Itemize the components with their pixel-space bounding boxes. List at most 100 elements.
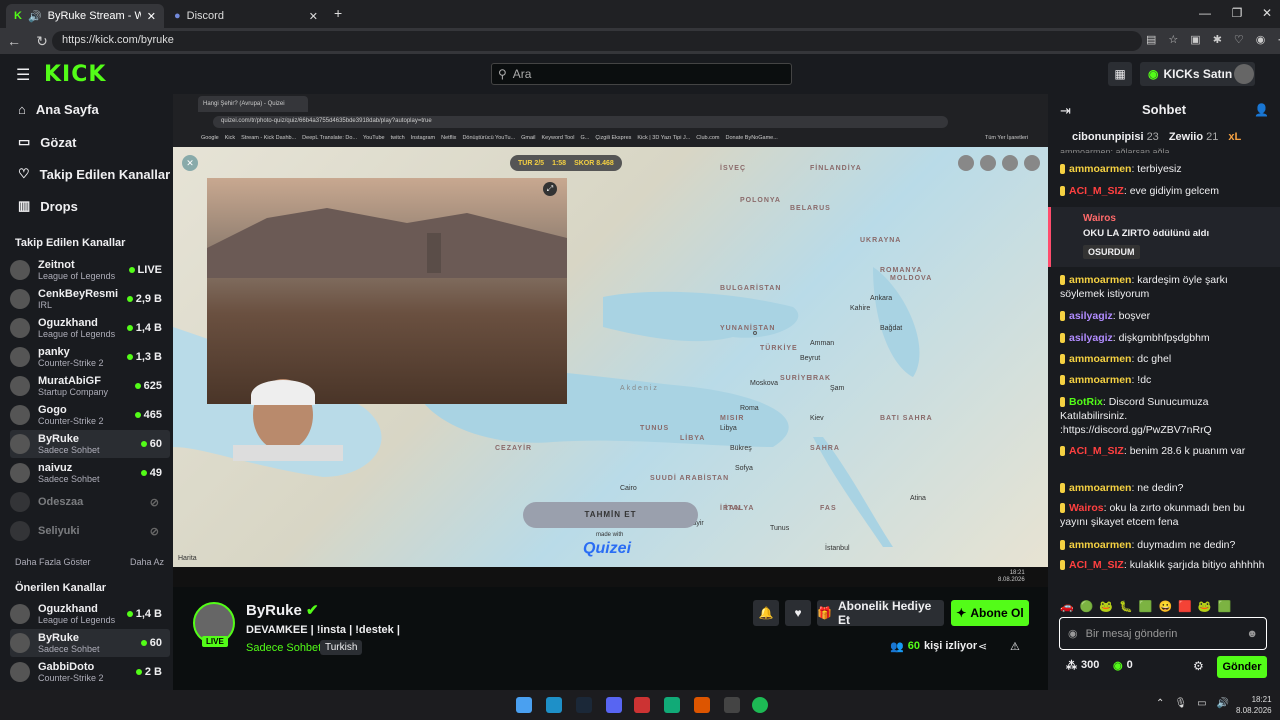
channel-item[interactable]: Oguzkhand League of Legends 1,4 B bbox=[10, 600, 170, 628]
emote-icon[interactable]: 🐸 bbox=[1099, 600, 1113, 613]
close-icon[interactable]: ✕ bbox=[309, 10, 318, 23]
channel-item[interactable]: ByRuke Sadece Sohbet 60 bbox=[10, 629, 170, 657]
bookmark-item[interactable]: Kick | 3D Yazı Tipi J... bbox=[637, 135, 690, 141]
close-photo-icon[interactable]: ✕ bbox=[182, 155, 198, 171]
follow-heart-icon[interactable]: ♥ bbox=[785, 600, 811, 626]
address-field[interactable]: https://kick.com/byruke bbox=[52, 31, 1142, 51]
close-window-button[interactable]: ✕ bbox=[1252, 6, 1280, 20]
leader-2[interactable]: Zewiio 21 bbox=[1169, 131, 1219, 143]
hamburger-menu-icon[interactable]: ☰ bbox=[16, 65, 30, 85]
chat-username[interactable]: ammoarmen bbox=[1069, 353, 1131, 365]
bookmark-item[interactable]: Club.com bbox=[696, 135, 719, 141]
mic-icon[interactable]: 🎙 bbox=[1174, 698, 1187, 709]
bookmark-item[interactable]: twitch bbox=[391, 135, 405, 141]
chat-username[interactable]: ammoarmen bbox=[1069, 539, 1131, 551]
back-icon[interactable]: ← bbox=[0, 33, 28, 49]
nav-browse[interactable]: ▭ Gözat bbox=[18, 134, 76, 150]
chat-username[interactable]: BotRix bbox=[1069, 396, 1103, 408]
minimize-button[interactable]: — bbox=[1190, 6, 1220, 20]
bookmark-item[interactable]: Donate ByNoGame... bbox=[726, 135, 778, 141]
chat-settings-icon[interactable]: ⚙ bbox=[1193, 659, 1204, 673]
bookmark-item[interactable]: Google bbox=[201, 135, 219, 141]
show-more-link[interactable]: Daha Fazla Göster bbox=[15, 557, 91, 567]
edge-icon[interactable] bbox=[546, 697, 562, 713]
bookmark-item[interactable]: Stream - Kick Dashb... bbox=[241, 135, 296, 141]
channel-item[interactable]: Seliyuki ⊘ bbox=[10, 517, 170, 545]
channel-item[interactable]: ByRuke Sadece Sohbet 60 bbox=[10, 430, 170, 458]
flag-icon[interactable] bbox=[1002, 155, 1018, 171]
subscribe-button[interactable]: ✦ Abone Ol bbox=[951, 600, 1029, 626]
collapse-chat-icon[interactable]: ⇥ bbox=[1060, 103, 1071, 119]
emote-icon[interactable]: 😀 bbox=[1159, 600, 1173, 613]
new-tab-button[interactable]: + bbox=[334, 5, 342, 21]
steam-icon[interactable] bbox=[576, 697, 592, 713]
chat-username[interactable]: ammoarmen bbox=[1069, 274, 1131, 286]
emote-icon[interactable]: 🟥 bbox=[1178, 600, 1192, 613]
nav-home[interactable]: ⌂ Ana Sayfa bbox=[18, 102, 99, 117]
emote-icon[interactable]: 🟩 bbox=[1139, 600, 1153, 613]
bookmark-item[interactable]: YouTube bbox=[363, 135, 385, 141]
chat-username[interactable]: ammoarmen bbox=[1069, 163, 1131, 175]
fullscreen-icon[interactable] bbox=[1024, 155, 1040, 171]
chat-username[interactable]: asilyagiz bbox=[1069, 310, 1113, 322]
leader-1[interactable]: cibonunpipisi 23 bbox=[1072, 131, 1159, 143]
star-icon[interactable]: ☆ bbox=[1168, 33, 1178, 46]
send-button[interactable]: Gönder bbox=[1217, 656, 1267, 678]
share-icon[interactable]: ⋖ bbox=[978, 640, 987, 653]
bookmark-item[interactable]: DeepL Translate: Do... bbox=[302, 135, 357, 141]
streamer-name[interactable]: ByRuke ✔ bbox=[246, 601, 319, 619]
tab-kick[interactable]: K 🔊 ByRuke Stream - Watch Live o ✕ bbox=[6, 4, 164, 28]
bookmark-item[interactable]: Instagram bbox=[411, 135, 435, 141]
video-editor-icon[interactable] bbox=[634, 697, 650, 713]
close-icon[interactable]: ✕ bbox=[147, 10, 156, 23]
channel-item[interactable]: Odeszaa ⊘ bbox=[10, 488, 170, 516]
bookmark-item[interactable]: Netflix bbox=[441, 135, 456, 141]
maximize-button[interactable]: ❐ bbox=[1222, 6, 1252, 20]
report-icon[interactable]: ⚠ bbox=[1010, 640, 1020, 653]
kick-logo[interactable]: KICK bbox=[44, 62, 106, 87]
guess-button[interactable]: TAHMİN ET bbox=[523, 502, 698, 528]
notification-bell-icon[interactable]: 🔔 bbox=[753, 600, 779, 626]
bookmark-item[interactable]: G... bbox=[580, 135, 589, 141]
channel-item[interactable]: Oguzkhand League of Legends 1,4 B bbox=[10, 314, 170, 342]
app-icon[interactable] bbox=[664, 697, 680, 713]
bookmark-item[interactable]: Keyword Tool bbox=[542, 135, 575, 141]
settings-icon[interactable] bbox=[980, 155, 996, 171]
search-input[interactable]: ⚲ Ara bbox=[491, 63, 792, 85]
show-less-link[interactable]: Daha Az bbox=[130, 557, 164, 567]
channel-item[interactable]: Gogo Counter-Strike 2 465 bbox=[10, 401, 170, 429]
chat-username[interactable]: ammoarmen bbox=[1069, 482, 1131, 494]
tab-discord[interactable]: ● Discord ✕ bbox=[166, 4, 326, 28]
discord-icon[interactable] bbox=[606, 697, 622, 713]
os-clock[interactable]: 18:21 8.08.2026 bbox=[1236, 694, 1272, 716]
chat-username[interactable]: ACI_M_SIZ bbox=[1069, 559, 1124, 571]
channel-item[interactable]: MuratAbiGF Startup Company 625 bbox=[10, 372, 170, 400]
chat-username[interactable]: Wairos bbox=[1069, 502, 1104, 514]
extensions-icon[interactable]: ✱ bbox=[1213, 33, 1222, 46]
channel-points[interactable]: ⁂ 300 bbox=[1066, 659, 1099, 672]
chat-username[interactable]: asilyagiz bbox=[1069, 332, 1113, 344]
favorites-icon[interactable]: ♡ bbox=[1234, 33, 1244, 46]
volume-icon[interactable]: 🔊 bbox=[1217, 698, 1229, 709]
bookmark-item[interactable]: Gmail bbox=[521, 135, 535, 141]
emoji-icon[interactable]: ☻ bbox=[1246, 628, 1258, 640]
network-icon[interactable]: ▭ bbox=[1197, 698, 1206, 709]
channel-item[interactable]: GabbiDoto Counter-Strike 2 2 B bbox=[10, 658, 170, 686]
profile-icon[interactable]: ◉ bbox=[1256, 33, 1266, 46]
tabs-icon[interactable]: ▣ bbox=[1190, 33, 1200, 46]
chat-input[interactable]: ◉ Bir mesaj gönderin ☻ bbox=[1059, 617, 1267, 650]
leader-3[interactable]: xL bbox=[1228, 131, 1241, 143]
emote-icon[interactable]: 🟩 bbox=[1218, 600, 1232, 613]
channel-item[interactable]: CenkBeyResmi IRL 2,9 B bbox=[10, 285, 170, 313]
emote-icon[interactable]: 🚗 bbox=[1060, 600, 1074, 613]
nav-following[interactable]: ♡ Takip Edilen Kanallar bbox=[18, 166, 170, 182]
channel-item[interactable]: naivuz Sadece Sohbet 49 bbox=[10, 459, 170, 487]
channel-item[interactable]: panky Counter-Strike 2 1,3 B bbox=[10, 343, 170, 371]
reader-icon[interactable]: ▤ bbox=[1146, 33, 1156, 46]
chat-username[interactable]: ACI_M_SIZ bbox=[1069, 445, 1124, 457]
chat-username[interactable]: ammoarmen bbox=[1069, 374, 1131, 386]
bookmark-item[interactable]: Kick bbox=[225, 135, 235, 141]
theme-icon[interactable] bbox=[958, 155, 974, 171]
nav-drops[interactable]: ▥ Drops bbox=[18, 198, 78, 214]
channel-item[interactable]: Zeitnot League of Legends LIVE bbox=[10, 256, 170, 284]
